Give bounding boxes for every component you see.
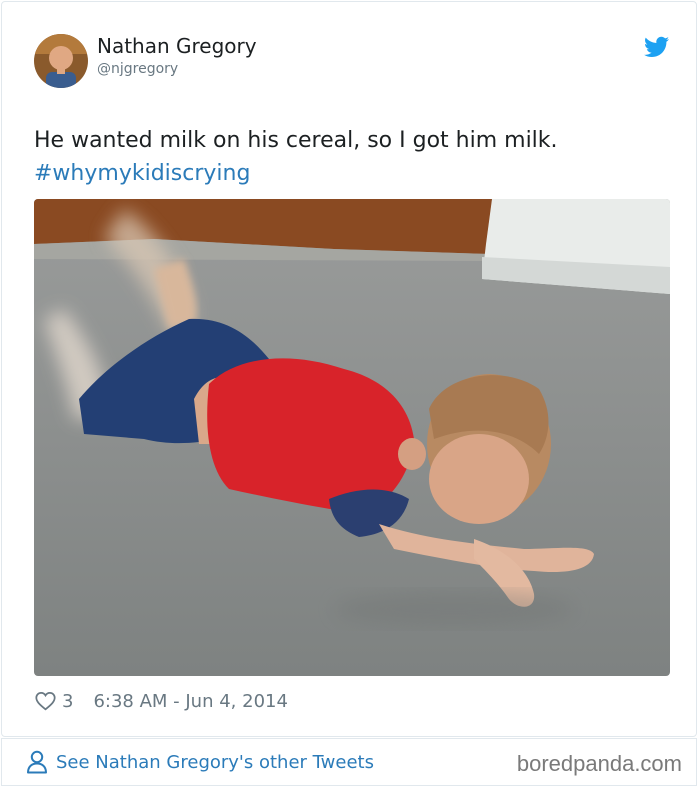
see-other-tweets-label[interactable]: See Nathan Gregory's other Tweets [56,752,374,773]
tweet-text: He wanted milk on his cereal, so I got h… [34,128,558,153]
tweet-photo[interactable] [34,199,670,676]
heart-icon[interactable] [35,691,56,711]
photo-child-on-carpet [34,199,670,676]
tweet-meta: 3 6:38 AM - Jun 4, 2014 [35,689,288,713]
avatar-image [34,34,88,88]
person-icon [27,750,47,774]
like-count[interactable]: 3 [62,691,73,712]
twitter-bird-icon[interactable] [644,36,669,58]
author-name[interactable]: Nathan Gregory [97,34,257,58]
author-handle[interactable]: @njgregory [97,61,178,77]
tweet-footer: See Nathan Gregory's other Tweets boredp… [1,738,697,786]
tweet-card: Nathan Gregory @njgregory He wanted milk… [1,1,697,737]
boredpanda-watermark: boredpanda.com [516,751,682,776]
tweet-text-block: He wanted milk on his cereal, so I got h… [34,124,674,190]
tweet-timestamp[interactable]: 6:38 AM - Jun 4, 2014 [93,691,287,712]
hashtag-link[interactable]: #whymykidiscrying [34,157,674,190]
avatar[interactable] [34,34,88,88]
see-other-tweets-link[interactable]: See Nathan Gregory's other Tweets [26,750,374,774]
